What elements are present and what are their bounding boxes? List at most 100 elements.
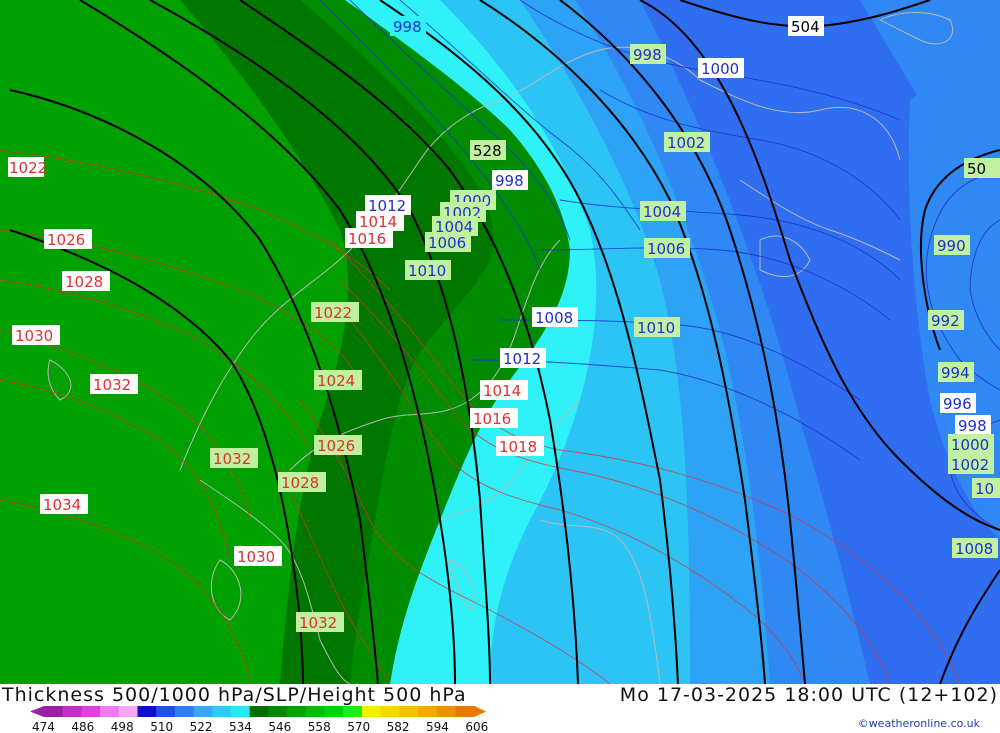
svg-text:50: 50 <box>967 160 986 178</box>
scale-swatch <box>118 706 138 717</box>
slp-label: 1032 <box>210 448 258 468</box>
slp-label: 1002 <box>664 132 710 152</box>
scale-tick-label: 582 <box>387 720 410 733</box>
svg-text:998: 998 <box>633 46 662 64</box>
scale-swatch <box>212 706 232 717</box>
slp-label: 1016 <box>345 228 393 248</box>
scale-tick-label: 570 <box>347 720 370 733</box>
slp-label: 996 <box>940 393 976 413</box>
slp-label: 1008 <box>532 307 578 327</box>
scale-swatch <box>399 706 419 717</box>
scale-tick-label: 486 <box>71 720 94 733</box>
scale-arrow-left <box>30 706 44 717</box>
svg-text:992: 992 <box>931 312 960 330</box>
slp-label: 1032 <box>90 374 138 394</box>
slp-label: 1010 <box>634 317 680 337</box>
slp-label: 1004 <box>640 201 686 221</box>
svg-text:1026: 1026 <box>317 437 355 455</box>
svg-text:1026: 1026 <box>47 231 85 249</box>
svg-text:990: 990 <box>937 237 966 255</box>
slp-label: 1026 <box>314 435 362 455</box>
svg-text:998: 998 <box>958 417 987 435</box>
svg-text:1018: 1018 <box>499 438 537 456</box>
svg-text:1030: 1030 <box>237 548 275 566</box>
scale-swatch <box>436 706 456 717</box>
scale-swatch <box>287 706 307 717</box>
svg-text:528: 528 <box>473 142 502 160</box>
scale-swatch <box>343 706 363 717</box>
svg-text:1000: 1000 <box>701 60 739 78</box>
svg-text:1032: 1032 <box>299 614 337 632</box>
svg-text:10: 10 <box>975 480 994 498</box>
scale-swatch <box>81 706 101 717</box>
svg-text:1032: 1032 <box>213 450 251 468</box>
map-canvas: 504 528 50 998 998 1000 998 1002 990 992… <box>0 0 1000 684</box>
thickness-color-scale: 474 486 498 510 522 534 546 558 570 582 594 606 <box>30 706 488 733</box>
svg-text:1022: 1022 <box>314 304 352 322</box>
slp-label: 1000 <box>698 58 744 78</box>
scale-tick-label: 522 <box>190 720 213 733</box>
scale-swatch <box>305 706 325 717</box>
svg-text:1034: 1034 <box>43 496 81 514</box>
slp-label: 1026 <box>44 229 92 249</box>
slp-label: 1014 <box>480 380 528 400</box>
svg-text:1006: 1006 <box>647 240 685 258</box>
svg-text:1002: 1002 <box>951 456 989 474</box>
scale-tick-label: 558 <box>308 720 331 733</box>
scale-swatch <box>249 706 269 717</box>
scale-tick-label: 498 <box>111 720 134 733</box>
height-label-50: 50 <box>964 158 1000 178</box>
slp-label: 1008 <box>952 538 998 558</box>
scale-swatch <box>174 706 195 717</box>
svg-text:998: 998 <box>393 18 422 36</box>
scale-tick-label: 510 <box>150 720 173 733</box>
slp-label: 1030 <box>12 325 60 345</box>
slp-label: 1006 <box>425 232 471 252</box>
svg-text:998: 998 <box>495 172 524 190</box>
scale-swatch <box>137 706 157 717</box>
slp-label: 1016 <box>470 408 518 428</box>
slp-label: 994 <box>938 362 974 382</box>
scale-arrow-right <box>474 706 487 717</box>
weather-map: 504 528 50 998 998 1000 998 1002 990 992… <box>0 0 1000 684</box>
scale-swatch <box>380 706 400 717</box>
slp-label: 1028 <box>278 472 326 492</box>
slp-label: 990 <box>934 235 970 255</box>
svg-text:1028: 1028 <box>281 474 319 492</box>
map-footer: Thickness 500/1000 hPa/SLP/Height 500 hP… <box>0 684 1000 733</box>
slp-label: 1010 <box>405 260 451 280</box>
slp-label: 1018 <box>496 436 544 456</box>
slp-label: 1024 <box>314 370 362 390</box>
svg-text:1010: 1010 <box>408 262 446 280</box>
scale-swatch <box>44 706 64 717</box>
slp-label: 1028 <box>62 271 110 291</box>
slp-label: 1034 <box>40 494 88 514</box>
scale-tick-label: 474 <box>32 720 55 733</box>
height-label-528: 528 <box>470 140 506 160</box>
svg-text:1000: 1000 <box>951 436 989 454</box>
slp-label: 1030 <box>234 546 282 566</box>
svg-text:504: 504 <box>791 18 820 36</box>
scale-swatch <box>268 706 288 717</box>
slp-label: 1000 <box>948 434 994 454</box>
svg-text:1028: 1028 <box>65 273 103 291</box>
slp-label: 1002 <box>948 454 994 474</box>
slp-label: 998 <box>955 415 991 435</box>
svg-text:1030: 1030 <box>15 327 53 345</box>
svg-text:1008: 1008 <box>955 540 993 558</box>
slp-label: 1022 <box>311 302 359 322</box>
slp-label: 1032 <box>296 612 344 632</box>
scale-swatch <box>62 706 82 717</box>
scale-swatch <box>231 706 251 717</box>
svg-text:996: 996 <box>943 395 972 413</box>
scale-swatch <box>455 706 475 717</box>
scale-tick-label: 594 <box>426 720 449 733</box>
scale-swatch <box>418 706 438 717</box>
credit-link[interactable]: ©weatheronline.co.uk <box>858 717 980 730</box>
svg-text:1002: 1002 <box>667 134 705 152</box>
slp-label: 998 <box>630 44 666 64</box>
svg-text:1016: 1016 <box>348 230 386 248</box>
scale-tick-label: 546 <box>268 720 291 733</box>
scale-tick-label: 606 <box>465 720 488 733</box>
slp-label: 10 <box>972 478 1000 498</box>
